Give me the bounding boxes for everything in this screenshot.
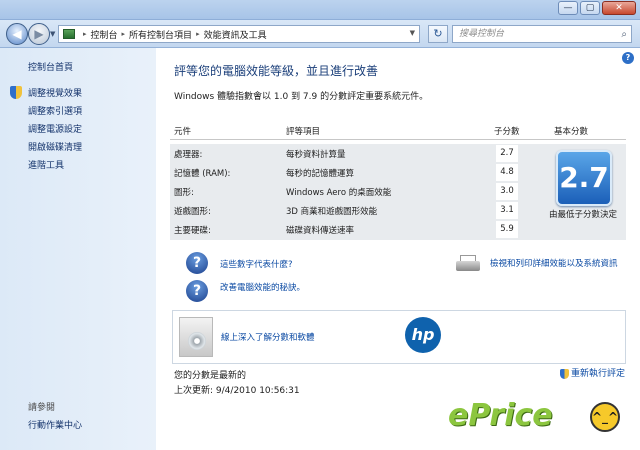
history-dropdown-icon[interactable]: ▼ — [50, 30, 55, 38]
status-text: 您的分數是最新的 — [174, 371, 247, 381]
page-subtitle: Windows 體驗指數會以 1.0 到 7.9 的分數評定重要系統元件。 — [174, 92, 429, 102]
score-status: 您的分數是最新的 上次更新: 9/4/2010 10:56:31 — [174, 368, 300, 396]
learn-more-link[interactable]: 線上深入了解分數和軟體 — [221, 331, 315, 343]
maximize-button[interactable]: ▢ — [580, 1, 600, 15]
back-button[interactable]: ◀ — [6, 23, 28, 45]
help-icon[interactable]: ? — [622, 52, 634, 64]
tips-link[interactable]: 改善電腦效能的秘訣。 — [220, 281, 305, 293]
component-label: 處理器: — [174, 150, 203, 160]
subscore-value: 3.1 — [496, 202, 518, 219]
subscore-value: 2.7 — [496, 145, 518, 162]
header-base-score: 基本分數 — [554, 127, 589, 137]
printer-icon — [456, 255, 482, 273]
minimize-button[interactable]: — — [558, 1, 578, 15]
close-button[interactable]: ✕ — [602, 1, 636, 15]
eprice-watermark: ePrice — [448, 398, 553, 433]
last-update-label: 上次更新: — [174, 386, 214, 396]
sidebar: 控制台首頁 調整視覺效果 調整索引選項 調整電源設定 開啟磁碟清理 進階工具 請… — [0, 48, 156, 450]
question-icon: ? — [186, 252, 208, 274]
table-row: 主要硬碟: 磁碟資料傳送速率 5.9 — [170, 220, 540, 239]
address-bar[interactable]: ▸ 控制台 ▸ 所有控制台項目 ▸ 效能資訊及工具 ▼ — [58, 25, 420, 43]
hp-logo[interactable]: hp — [405, 317, 441, 353]
uac-shield-icon — [560, 368, 569, 379]
title-bar: — ▢ ✕ — [0, 0, 640, 20]
component-label: 記憶體 (RAM): — [174, 169, 231, 179]
sidebar-item-disk-cleanup[interactable]: 開啟磁碟清理 — [28, 140, 82, 153]
header-subscore: 子分數 — [494, 127, 520, 137]
header-divider — [170, 139, 626, 140]
assessment-disc-icon — [179, 317, 213, 357]
control-panel-icon — [63, 29, 75, 39]
rating-label: 每秒的記憶體運算 — [286, 169, 355, 179]
print-details-link[interactable]: 檢視和列印詳細效能以及系統資訊 — [490, 257, 618, 269]
subscore-value: 3.0 — [496, 183, 518, 200]
see-also-heading: 請參閱 — [28, 403, 56, 413]
question-icon: ? — [186, 280, 208, 302]
window-controls: — ▢ ✕ — [558, 1, 636, 15]
rating-label: Windows Aero 的桌面效能 — [286, 188, 392, 198]
header-rating: 評等項目 — [286, 127, 321, 137]
base-score-panel: 2.7 由最低子分數決定 — [540, 144, 626, 240]
base-score-caption: 由最低子分數決定 — [548, 210, 617, 220]
smiley-logo-icon: ^_^ — [590, 402, 620, 432]
navigation-bar: ◀ ▶ ▼ ▸ 控制台 ▸ 所有控制台項目 ▸ 效能資訊及工具 ▼ ↻ 搜尋控制… — [0, 20, 640, 48]
uac-shield-icon — [10, 86, 22, 99]
header-component: 元件 — [174, 127, 192, 137]
breadcrumb-performance[interactable]: 效能資訊及工具 — [204, 28, 267, 41]
breadcrumb-control-panel[interactable]: 控制台 — [91, 28, 118, 41]
search-input[interactable]: 搜尋控制台 ⌕ — [452, 25, 632, 43]
sidebar-item-power[interactable]: 調整電源設定 — [28, 122, 82, 135]
sidebar-item-home[interactable]: 控制台首頁 — [28, 60, 73, 73]
subscore-value: 5.9 — [496, 221, 518, 238]
subscore-value: 4.8 — [496, 164, 518, 181]
main-panel: ? 評等您的電腦效能等級，並且進行改善 Windows 體驗指數會以 1.0 到… — [156, 48, 640, 450]
component-label: 遊戲圖形: — [174, 207, 211, 217]
search-icon[interactable]: ⌕ — [621, 27, 627, 43]
sidebar-item-indexing[interactable]: 調整索引選項 — [28, 104, 82, 117]
chevron-right-icon[interactable]: ▸ — [122, 30, 126, 38]
search-placeholder: 搜尋控制台 — [459, 29, 505, 39]
learn-more-card: 線上深入了解分數和軟體 hp — [172, 310, 626, 364]
table-row: 處理器: 每秒資料計算量 2.7 — [170, 144, 540, 163]
rating-label: 磁碟資料傳送速率 — [286, 226, 355, 236]
forward-button[interactable]: ▶ — [28, 23, 50, 45]
sidebar-item-action-center[interactable]: 行動作業中心 — [28, 418, 82, 431]
refresh-button[interactable]: ↻ — [428, 25, 448, 43]
breadcrumb-all-items[interactable]: 所有控制台項目 — [129, 28, 192, 41]
score-table: 元件 評等項目 子分數 基本分數 處理器: 每秒資料計算量 2.7 記憶體 (R… — [170, 125, 626, 241]
chevron-right-icon[interactable]: ▸ — [83, 30, 87, 38]
table-row: 圖形: Windows Aero 的桌面效能 3.0 — [170, 182, 540, 201]
address-dropdown-icon[interactable]: ▼ — [410, 29, 415, 37]
table-row: 記憶體 (RAM): 每秒的記憶體運算 4.8 — [170, 163, 540, 182]
rerun-label[interactable]: 重新執行評定 — [571, 369, 625, 379]
component-label: 主要硬碟: — [174, 226, 211, 236]
page-title: 評等您的電腦效能等級，並且進行改善 — [174, 64, 379, 78]
chevron-right-icon[interactable]: ▸ — [196, 30, 200, 38]
what-numbers-link[interactable]: 這些數字代表什麼? — [220, 258, 293, 270]
rerun-assessment-link[interactable]: 重新執行評定 — [560, 366, 625, 379]
base-score-badge: 2.7 — [556, 150, 612, 206]
last-update-value: 9/4/2010 10:56:31 — [215, 386, 300, 396]
sidebar-item-visual-effects[interactable]: 調整視覺效果 — [28, 86, 82, 99]
component-label: 圖形: — [174, 188, 194, 198]
sidebar-item-advanced-tools[interactable]: 進階工具 — [28, 158, 64, 171]
rating-label: 每秒資料計算量 — [286, 150, 346, 160]
rating-label: 3D 商業和遊戲圖形效能 — [286, 207, 378, 217]
table-row: 遊戲圖形: 3D 商業和遊戲圖形效能 3.1 — [170, 201, 540, 220]
